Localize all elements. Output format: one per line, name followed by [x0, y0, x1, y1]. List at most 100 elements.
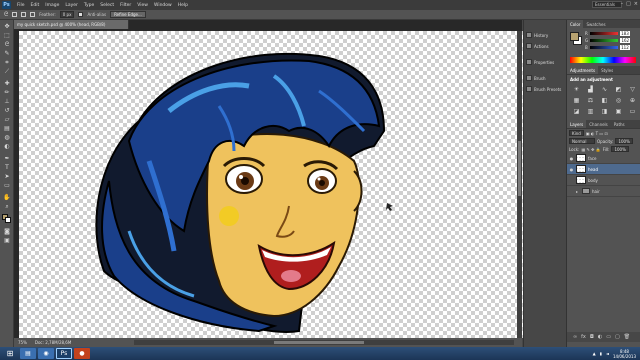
layer-item-face[interactable]: ● face — [567, 153, 640, 164]
tab-adjustments[interactable]: Adjustments — [567, 66, 599, 74]
opacity-input[interactable]: 100% — [615, 138, 633, 144]
add-selection-icon[interactable] — [21, 12, 27, 17]
history-panel-button[interactable]: History — [526, 30, 564, 40]
screen-mode-icon[interactable]: ▣ — [3, 237, 11, 244]
add-mask-icon[interactable]: ◘ — [590, 334, 594, 340]
new-selection-icon[interactable] — [12, 12, 18, 17]
actions-panel-button[interactable]: Actions — [526, 41, 564, 51]
gradient-tool-icon[interactable]: ▤ — [3, 125, 11, 132]
tab-layers[interactable]: Layers — [567, 120, 587, 128]
new-layer-icon[interactable]: ▢ — [615, 334, 620, 340]
layer-item-head[interactable]: ● head — [567, 164, 640, 175]
crop-tool-icon[interactable]: ⌗ — [3, 59, 11, 66]
menu-window[interactable]: Window — [151, 3, 175, 8]
firefox-taskbar-icon[interactable]: ◉ — [38, 348, 54, 359]
menu-layer[interactable]: Layer — [62, 3, 81, 8]
blur-tool-icon[interactable]: ◍ — [3, 134, 11, 141]
visibility-eye-icon[interactable]: ● — [569, 167, 574, 172]
exposure-icon[interactable]: ◩ — [614, 86, 623, 94]
tray-arrow-icon[interactable]: ▲ — [593, 351, 596, 356]
selective-color-icon[interactable]: ▣ — [614, 108, 623, 116]
healing-tool-icon[interactable]: ✚ — [3, 80, 11, 87]
green-slider[interactable]: G 162 — [585, 37, 631, 43]
maximize-icon[interactable]: □ — [626, 1, 631, 7]
quick-mask-icon[interactable]: ◙ — [3, 228, 11, 235]
red-slider[interactable]: R 183 — [585, 30, 631, 36]
properties-panel-button[interactable]: Properties — [526, 57, 564, 67]
refine-edge-button[interactable]: Refine Edge... — [110, 11, 146, 18]
curves-icon[interactable]: ∿ — [600, 86, 609, 94]
layer-item-body[interactable]: body — [567, 175, 640, 186]
visibility-eye-icon[interactable]: ● — [569, 156, 574, 161]
color-spectrum[interactable] — [570, 57, 636, 63]
brightness-icon[interactable]: ☀ — [572, 86, 581, 94]
menu-edit[interactable]: Edit — [28, 3, 43, 8]
lasso-tool-icon[interactable]: ᘓ — [3, 41, 11, 48]
volume-icon[interactable]: ◄ — [606, 351, 609, 356]
blue-slider[interactable]: B 112 — [585, 44, 631, 50]
tab-color[interactable]: Color — [567, 20, 584, 28]
invert-icon[interactable]: ◪ — [572, 108, 581, 116]
quick-select-tool-icon[interactable]: ✎ — [3, 50, 11, 57]
recorder-taskbar-icon[interactable]: ● — [74, 348, 90, 359]
lock-icons[interactable]: ▦ ✎ ✥ 🔒 — [581, 147, 600, 152]
type-tool-icon[interactable]: T — [3, 164, 11, 171]
photoshop-taskbar-icon[interactable]: Ps — [56, 348, 72, 359]
brush-tool-icon[interactable]: ✏ — [3, 89, 11, 96]
menu-file[interactable]: File — [14, 3, 28, 8]
threshold-icon[interactable]: ◨ — [600, 108, 609, 116]
vibrance-icon[interactable]: ▽ — [628, 86, 637, 94]
tab-styles[interactable]: Styles — [598, 66, 616, 74]
tab-swatches[interactable]: Swatches — [583, 20, 608, 28]
layer-style-icon[interactable]: fx — [581, 334, 586, 340]
explorer-taskbar-icon[interactable]: ▤ — [20, 348, 36, 359]
adjustment-layer-icon[interactable]: ◐ — [598, 334, 602, 340]
vertical-scroll-thumb[interactable] — [518, 141, 521, 196]
start-button-icon[interactable]: ⊞ — [3, 348, 17, 359]
tab-paths[interactable]: Paths — [611, 120, 628, 128]
gradient-map-icon[interactable]: ▭ — [628, 108, 637, 116]
channel-mixer-icon[interactable]: ⊕ — [628, 97, 637, 105]
close-icon[interactable]: × — [634, 1, 638, 7]
clock[interactable]: 8:48 14/06/2013 — [613, 349, 636, 359]
fill-input[interactable]: 100% — [611, 146, 629, 152]
canvas[interactable] — [19, 31, 525, 338]
eyedropper-tool-icon[interactable]: ⟋ — [3, 68, 11, 75]
hue-saturation-icon[interactable]: ▦ — [572, 97, 581, 105]
menu-help[interactable]: Help — [175, 3, 191, 8]
brush-panel-button[interactable]: Brush — [526, 73, 564, 83]
delete-layer-icon[interactable]: 🗑 — [624, 334, 630, 340]
levels-icon[interactable]: ▟ — [586, 86, 595, 94]
marquee-tool-icon[interactable]: ⬚ — [3, 32, 11, 39]
expand-triangle-icon[interactable]: ▸ — [576, 189, 580, 194]
vertical-scrollbar[interactable] — [517, 31, 522, 338]
antialias-checkbox[interactable] — [78, 12, 84, 17]
pen-tool-icon[interactable]: ✒ — [3, 155, 11, 162]
layer-item-hair[interactable]: ▸ hair — [567, 186, 640, 197]
document-tab[interactable]: my quick sketch.psd @ 400% (head, RGB/8) — [14, 20, 129, 29]
background-color-swatch[interactable] — [5, 217, 11, 223]
dodge-tool-icon[interactable]: ◐ — [3, 143, 11, 150]
brush-presets-panel-button[interactable]: Brush Presets — [526, 84, 564, 94]
feather-input[interactable]: 0 px — [59, 11, 75, 18]
photo-filter-icon[interactable]: ◎ — [614, 97, 623, 105]
filter-icons[interactable]: ▣ ◐ T ▭ ⊡ — [586, 131, 608, 136]
shape-tool-icon[interactable]: ▭ — [3, 182, 11, 189]
clone-stamp-tool-icon[interactable]: ⊥ — [3, 98, 11, 105]
blend-mode-select[interactable]: Normal — [569, 138, 595, 144]
lasso-tool-preset-icon[interactable]: ᘓ — [4, 11, 8, 19]
move-tool-icon[interactable]: ✥ — [3, 23, 11, 30]
menu-type[interactable]: Type — [81, 3, 97, 8]
horizontal-scrollbar[interactable] — [134, 340, 514, 345]
workspace-select[interactable]: Essentials — [592, 1, 622, 8]
zoom-level[interactable]: 75% — [18, 340, 27, 345]
black-white-icon[interactable]: ◧ — [600, 97, 609, 105]
menu-image[interactable]: Image — [42, 3, 62, 8]
layer-filter-kind[interactable]: Kind — [569, 130, 584, 136]
subtract-selection-icon[interactable] — [30, 12, 36, 17]
history-brush-tool-icon[interactable]: ↺ — [3, 107, 11, 114]
posterize-icon[interactable]: ▥ — [586, 108, 595, 116]
path-select-tool-icon[interactable]: ➤ — [3, 173, 11, 180]
tab-channels[interactable]: Channels — [586, 120, 611, 128]
menu-view[interactable]: View — [134, 3, 151, 8]
